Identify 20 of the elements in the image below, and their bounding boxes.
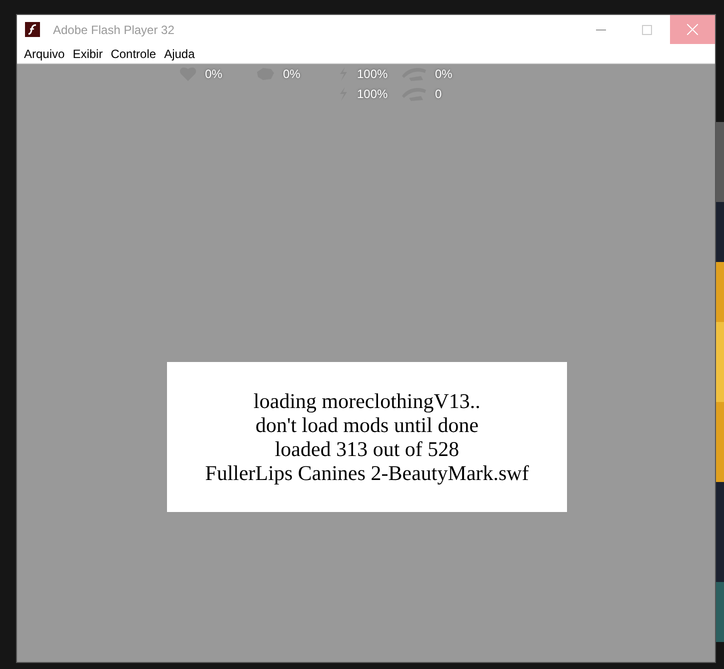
menu-item[interactable]: Controle: [106, 44, 160, 62]
loading-text: FullerLips Canines 2-BeautyMark.swf: [205, 461, 529, 485]
menu-item[interactable]: Arquivo: [20, 44, 69, 62]
minimize-icon: [596, 28, 606, 30]
loading-text: loaded 313 out of 528: [274, 437, 460, 461]
stat-value: 0%: [435, 66, 452, 83]
app-logo-icon: [25, 22, 40, 37]
close-button[interactable]: [670, 15, 715, 44]
stat-value: 0%: [283, 66, 300, 83]
stat-value: 0: [435, 86, 442, 103]
maximize-icon: [642, 24, 652, 34]
loading-text: don't load mods until done: [255, 413, 479, 437]
loading-text: loading moreclothingV13..: [254, 389, 480, 413]
stat-value: 100%: [357, 66, 388, 83]
stat-value: 100%: [357, 86, 388, 103]
menu-item[interactable]: Exibir: [68, 44, 107, 62]
close-icon: [687, 24, 698, 35]
menu-item[interactable]: Ajuda: [160, 44, 199, 62]
window-title: Adobe Flash Player 32: [53, 22, 174, 38]
stat-value: 0%: [205, 66, 222, 83]
